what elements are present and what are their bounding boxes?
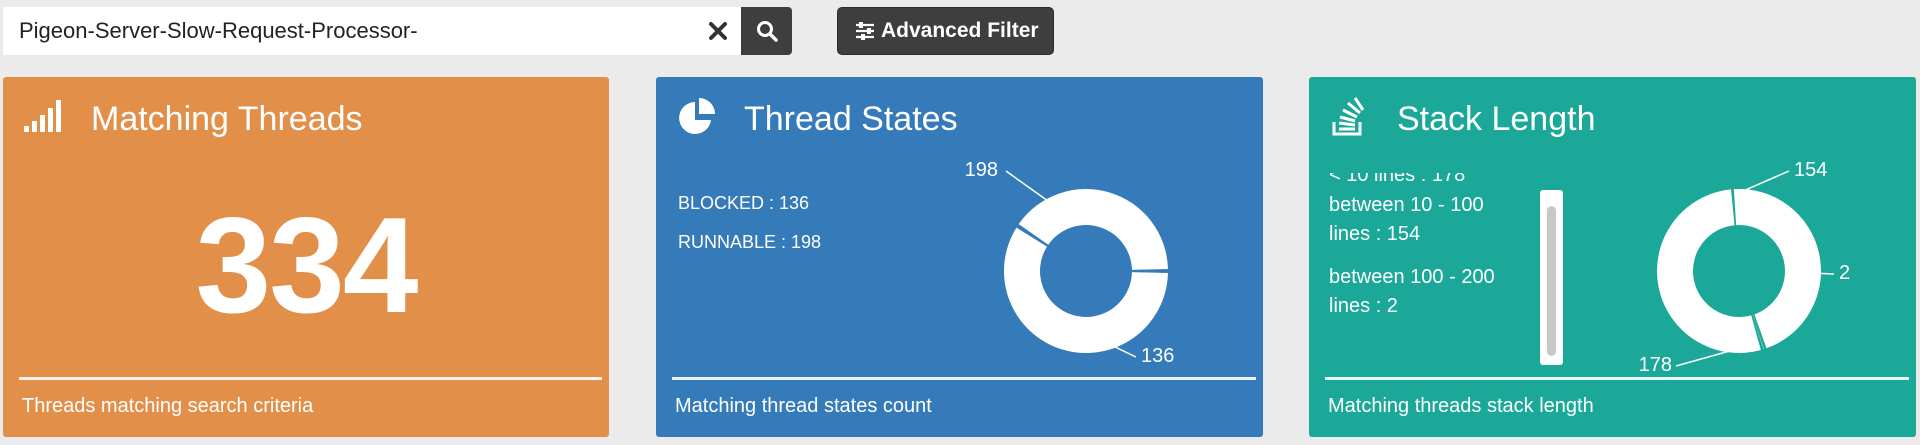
sliders-icon — [856, 22, 874, 40]
pie-chart-icon — [679, 98, 715, 134]
data-label: 136 — [1141, 345, 1174, 367]
divider — [19, 377, 602, 380]
data-label: 178 — [1639, 354, 1672, 372]
leader-line — [1005, 170, 1049, 202]
legend-item-100-200: between 100 - 200 lines : 2 — [1329, 266, 1495, 317]
search-input[interactable] — [3, 7, 693, 55]
data-label: 154 — [1794, 159, 1827, 181]
thread-states-panel: Thread States BLOCKED : 136 RUNNABLE : 1… — [656, 77, 1263, 437]
stack-length-donut-chart: 154 2 178 — [1639, 159, 1851, 372]
panel-footer: Threads matching search criteria — [22, 395, 314, 417]
leader-line — [1742, 170, 1790, 192]
data-label: 2 — [1839, 262, 1850, 284]
signal-bars-icon — [24, 100, 61, 132]
search-icon — [757, 21, 778, 42]
search-button[interactable] — [741, 7, 792, 55]
leader-line — [1113, 345, 1137, 358]
legend-item-blocked: BLOCKED : 136 — [678, 193, 810, 213]
legend-item-under-10: < 10 lines : 178 — [1329, 173, 1466, 186]
leader-line — [1675, 349, 1732, 367]
stack-length-legend[interactable]: < 10 lines : 178 between 10 - 100 lines … — [1329, 173, 1529, 353]
thread-states-donut-chart: 198 136 — [965, 159, 1175, 367]
close-icon[interactable] — [706, 19, 730, 43]
panel-title: Matching Threads — [91, 100, 363, 138]
leader-line — [1818, 272, 1835, 275]
divider — [1325, 377, 1909, 380]
matching-threads-panel: Matching Threads 334 Threads matching se… — [3, 77, 609, 437]
stack-length-panel: Stack Length < 10 lines : 178 between 10… — [1309, 77, 1916, 437]
search-box — [3, 7, 741, 55]
panel-footer: Matching thread states count — [675, 395, 932, 417]
matching-thread-count: 334 — [195, 189, 419, 341]
advanced-filter-label: Advanced Filter — [881, 19, 1039, 42]
data-label: 198 — [965, 159, 998, 181]
legend-scrollbar[interactable] — [1540, 190, 1563, 365]
scrollbar-thumb[interactable] — [1547, 206, 1556, 356]
legend-item-runnable: RUNNABLE : 198 — [678, 232, 822, 252]
panel-footer: Matching threads stack length — [1328, 395, 1594, 417]
divider — [672, 377, 1256, 380]
panel-title: Thread States — [744, 100, 958, 138]
panel-title: Stack Length — [1397, 100, 1596, 138]
stack-overflow-icon — [1332, 97, 1365, 136]
advanced-filter-button[interactable]: Advanced Filter — [837, 7, 1054, 55]
legend-item-10-100: between 10 - 100 lines : 154 — [1329, 194, 1484, 245]
